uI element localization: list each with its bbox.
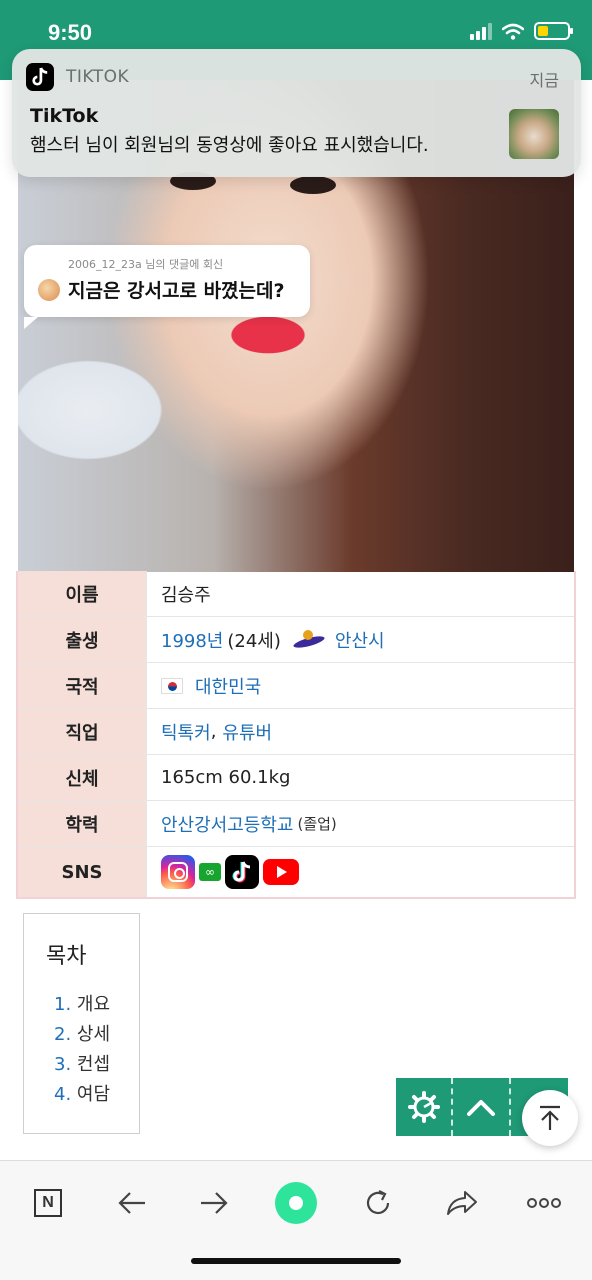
hamster-thumbnail <box>509 109 559 159</box>
scroll-up-button[interactable] <box>453 1078 511 1136</box>
forward-button[interactable] <box>188 1177 240 1229</box>
infobox-key: 신체 <box>18 755 146 800</box>
infobox-key: 출생 <box>18 617 146 662</box>
infobox-value: 대한민국 <box>146 663 574 708</box>
table-of-contents: 목차 1. 개요 2. 상세 3. 컨셉 4. 여담 <box>23 913 140 1134</box>
more-menu-button[interactable] <box>518 1177 570 1229</box>
instagram-icon[interactable] <box>161 855 195 889</box>
status-time: 9:50 <box>48 20 93 45</box>
infobox-row-body: 신체 165cm 60.1kg <box>18 755 574 801</box>
toc-list: 1. 개요 2. 상세 3. 컨셉 4. 여담 <box>54 990 110 1110</box>
gear-icon <box>407 1091 440 1123</box>
toc-item[interactable]: 4. 여담 <box>54 1080 110 1110</box>
naver-home-icon: N <box>34 1189 62 1217</box>
toc-item[interactable]: 3. 컨셉 <box>54 1050 110 1080</box>
infobox-value: 1998년 (24세) 안산시 <box>146 617 574 662</box>
infobox-key: SNS <box>18 847 146 897</box>
scroll-to-top-button[interactable] <box>522 1090 578 1146</box>
share-button[interactable] <box>436 1177 488 1229</box>
birthplace-link[interactable]: 안산시 <box>335 627 385 653</box>
forward-arrow-icon <box>201 1192 228 1214</box>
commenter-avatar <box>38 279 60 301</box>
youtube-icon[interactable] <box>263 859 299 885</box>
refresh-icon <box>366 1190 390 1215</box>
share-icon <box>447 1191 477 1215</box>
arrow-up-to-top-icon <box>540 1105 560 1130</box>
birth-year-link[interactable]: 1998년 <box>161 627 223 653</box>
infobox-row-education: 학력 안산강서고등학교 (졸업) <box>18 801 574 847</box>
infobox-row-nationality: 국적 대한민국 <box>18 663 574 709</box>
wifi-icon <box>502 23 524 40</box>
occupation-link-youtuber[interactable]: 유튜버 <box>222 719 272 745</box>
notification-body: 햄스터 님이 회원님의 동영상에 좋아요 표시했습니다. <box>30 135 429 156</box>
chevron-up-icon <box>467 1100 496 1116</box>
tiktok-app-icon <box>26 63 54 91</box>
signal-icon <box>470 22 492 40</box>
city-emblem-icon <box>293 629 325 650</box>
refresh-button[interactable] <box>352 1177 404 1229</box>
comment-reply-bubble: 2006_12_23a 님의 댓글에 회신 지금은 강서고로 바꼈는데? <box>24 245 310 329</box>
home-indicator <box>191 1258 401 1264</box>
back-arrow-icon <box>118 1192 145 1214</box>
infobox-value: 김승주 <box>146 571 574 616</box>
reply-meta: 2006_12_23a 님의 댓글에 회신 <box>68 258 224 271</box>
toc-item[interactable]: 2. 상세 <box>54 1020 110 1050</box>
infobox-key: 학력 <box>18 801 146 846</box>
tiktok-icon[interactable] <box>225 855 259 889</box>
battery-icon <box>534 22 573 40</box>
green-dot-button[interactable] <box>270 1177 322 1229</box>
infobox-row-sns: SNS ∞ <box>18 847 574 897</box>
infobox-value: 틱톡커 , 유튜버 <box>146 709 574 754</box>
graduation-note: (졸업) <box>297 815 337 833</box>
occupation-separator: , <box>210 721 217 742</box>
link-icon[interactable]: ∞ <box>199 863 221 881</box>
infobox-key: 국적 <box>18 663 146 708</box>
notification-app-name: TIKTOK <box>66 67 130 87</box>
notification-title: TikTok <box>30 105 99 127</box>
infobox-key: 이름 <box>18 571 146 616</box>
photo-eye <box>290 176 336 194</box>
infobox-key: 직업 <box>18 709 146 754</box>
infobox-row-name: 이름 김승주 <box>18 571 574 617</box>
name-value: 김승주 <box>161 584 211 606</box>
infobox-value: ∞ <box>146 847 574 897</box>
status-icons <box>470 22 573 40</box>
nationality-link[interactable]: 대한민국 <box>195 673 261 699</box>
more-dots-icon <box>527 1198 561 1208</box>
infobox-row-occupation: 직업 틱톡커 , 유튜버 <box>18 709 574 755</box>
naver-home-button[interactable]: N <box>22 1177 74 1229</box>
infobox-value: 안산강서고등학교 (졸업) <box>146 801 574 846</box>
occupation-link-tiktoker[interactable]: 틱톡커 <box>161 719 211 745</box>
infobox-row-birth: 출생 1998년 (24세) 안산시 <box>18 617 574 663</box>
back-button[interactable] <box>106 1177 158 1229</box>
toc-title: 목차 <box>46 944 87 969</box>
korea-flag-icon <box>161 677 183 694</box>
infobox-table: 이름 김승주 출생 1998년 (24세) 안산시 국적 대한민국 직업 틱톡커… <box>16 571 576 899</box>
body-value: 165cm 60.1kg <box>161 767 291 788</box>
infobox-value: 165cm 60.1kg <box>146 755 574 800</box>
settings-button[interactable] <box>396 1078 454 1136</box>
toc-item[interactable]: 1. 개요 <box>54 990 110 1020</box>
notification-time: 지금 <box>529 71 559 90</box>
school-link[interactable]: 안산강서고등학교 <box>161 811 293 837</box>
age-text: (24세) <box>227 630 281 652</box>
green-dot-icon <box>275 1182 317 1224</box>
comment-text: 지금은 강서고로 바꼈는데? <box>68 280 285 302</box>
push-notification[interactable]: TIKTOK 지금 TikTok 햄스터 님이 회원님의 동영상에 좋아요 표시… <box>12 49 581 177</box>
